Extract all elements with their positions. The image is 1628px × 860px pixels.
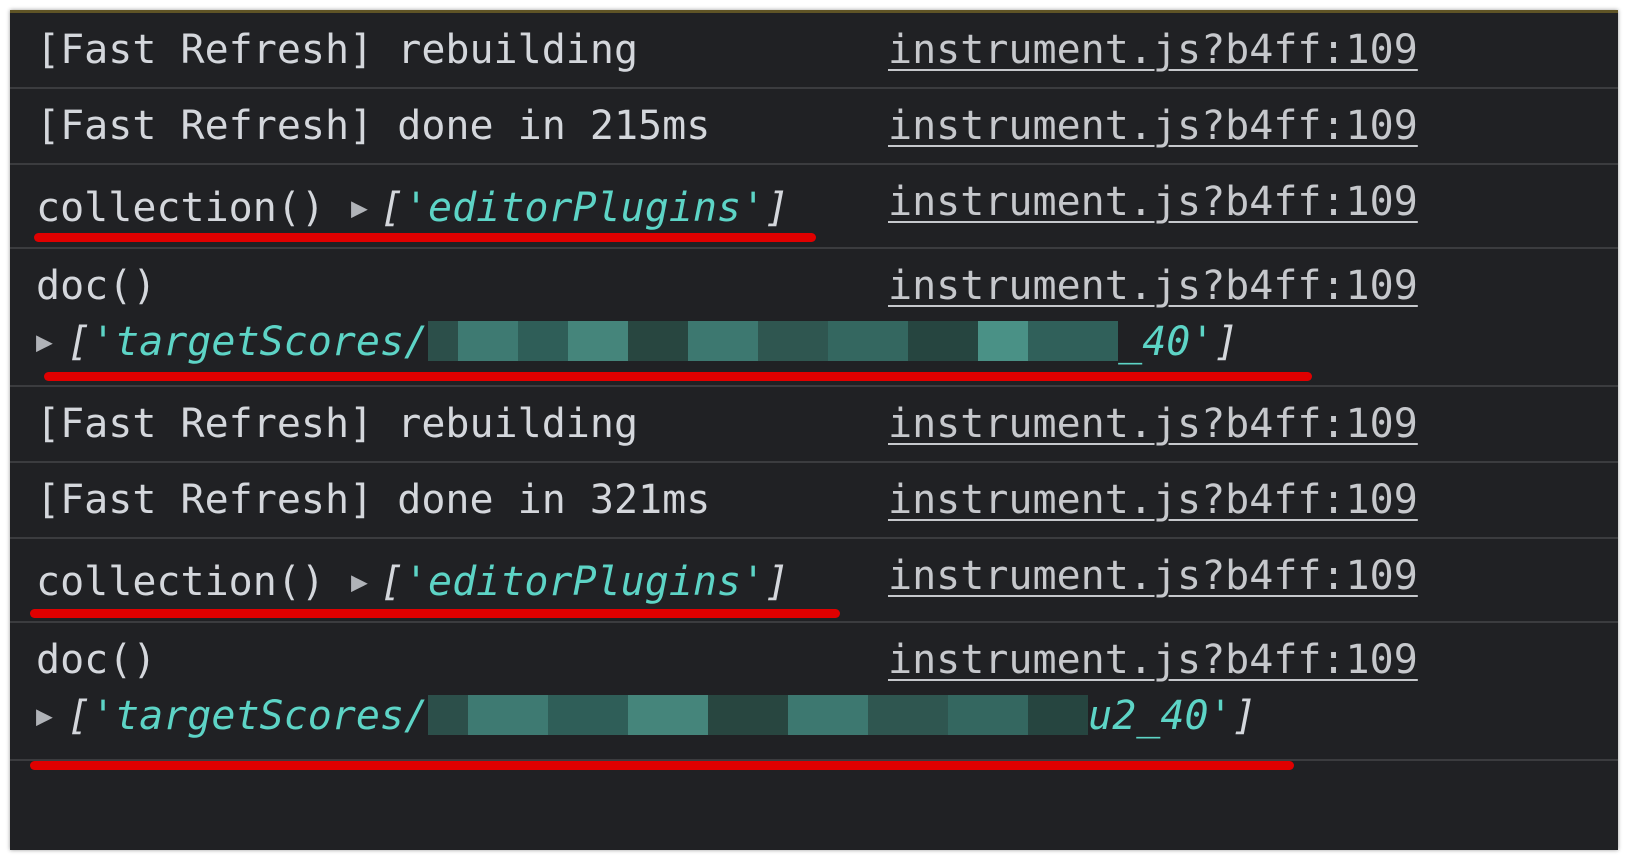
open-bracket: [	[66, 319, 91, 365]
console-row: collection() ▶ ['editorPlugins'] instrumen…	[10, 165, 1618, 249]
console-row: [Fast Refresh] done in 215ms instrument.…	[10, 89, 1618, 165]
open-bracket: [	[379, 185, 404, 231]
source-link[interactable]: instrument.js?b4ff:109	[888, 401, 1418, 447]
console-row: [Fast Refresh] rebuilding instrument.js?…	[10, 387, 1618, 463]
close-bracket: ]	[1232, 693, 1257, 739]
red-underline	[30, 609, 840, 618]
console-row: [Fast Refresh] rebuilding instrument.js?…	[10, 13, 1618, 89]
source-link[interactable]: instrument.js?b4ff:109	[888, 263, 1418, 309]
call-name: collection()	[36, 185, 325, 231]
call-name: collection()	[36, 559, 325, 605]
log-message: [Fast Refresh] done in 321ms	[36, 477, 711, 523]
log-message: doc()	[36, 263, 157, 309]
close-bracket: ]	[765, 185, 790, 231]
console-panel: [Fast Refresh] rebuilding instrument.js?…	[10, 10, 1618, 850]
source-link[interactable]: instrument.js?b4ff:109	[888, 179, 1418, 225]
source-link[interactable]: instrument.js?b4ff:109	[888, 27, 1418, 73]
triangle-right-icon[interactable]: ▶	[351, 565, 368, 598]
log-message: [Fast Refresh] rebuilding	[36, 27, 639, 73]
close-bracket: ]	[765, 559, 790, 605]
console-row: [Fast Refresh] done in 321ms instrument.…	[10, 463, 1618, 539]
console-row: doc() ▶ ['targetScores/u2_40'] instrument…	[10, 623, 1618, 761]
triangle-right-icon[interactable]: ▶	[36, 699, 53, 732]
source-link[interactable]: instrument.js?b4ff:109	[888, 553, 1418, 599]
string-arg-prefix: 'targetScores/	[90, 693, 429, 739]
log-message: [Fast Refresh] done in 215ms	[36, 103, 711, 149]
close-bracket: ]	[1214, 319, 1239, 365]
string-arg-prefix: 'targetScores/	[90, 319, 429, 365]
source-link[interactable]: instrument.js?b4ff:109	[888, 637, 1418, 683]
log-message: [Fast Refresh] rebuilding	[36, 401, 639, 447]
redacted-block	[428, 321, 1119, 361]
open-bracket: [	[66, 693, 91, 739]
red-underline	[44, 372, 1312, 381]
red-underline	[34, 233, 816, 242]
open-bracket: [	[379, 559, 404, 605]
log-message: doc()	[36, 637, 157, 683]
console-row: doc() ▶ ['targetScores/ _40'] instrument.j…	[10, 249, 1618, 387]
string-arg: 'editorPlugins'	[403, 185, 766, 231]
string-arg-suffix: u2_40'	[1088, 693, 1233, 739]
string-arg: 'editorPlugins'	[403, 559, 766, 605]
log-message: collection() ▶ ['editorPlugins']	[36, 185, 789, 231]
log-message-arg: ▶ ['targetScores/ _40']	[36, 319, 1239, 365]
console-row: collection() ▶ ['editorPlugins'] instrumen…	[10, 539, 1618, 623]
source-link[interactable]: instrument.js?b4ff:109	[888, 477, 1418, 523]
triangle-right-icon[interactable]: ▶	[36, 325, 53, 358]
redacted-block	[428, 695, 1089, 735]
red-underline	[30, 761, 1294, 770]
triangle-right-icon[interactable]: ▶	[351, 191, 368, 224]
source-link[interactable]: instrument.js?b4ff:109	[888, 103, 1418, 149]
log-message-arg: ▶ ['targetScores/u2_40']	[36, 693, 1257, 739]
string-arg-suffix: _40'	[1118, 319, 1215, 365]
log-message: collection() ▶ ['editorPlugins']	[36, 559, 789, 605]
